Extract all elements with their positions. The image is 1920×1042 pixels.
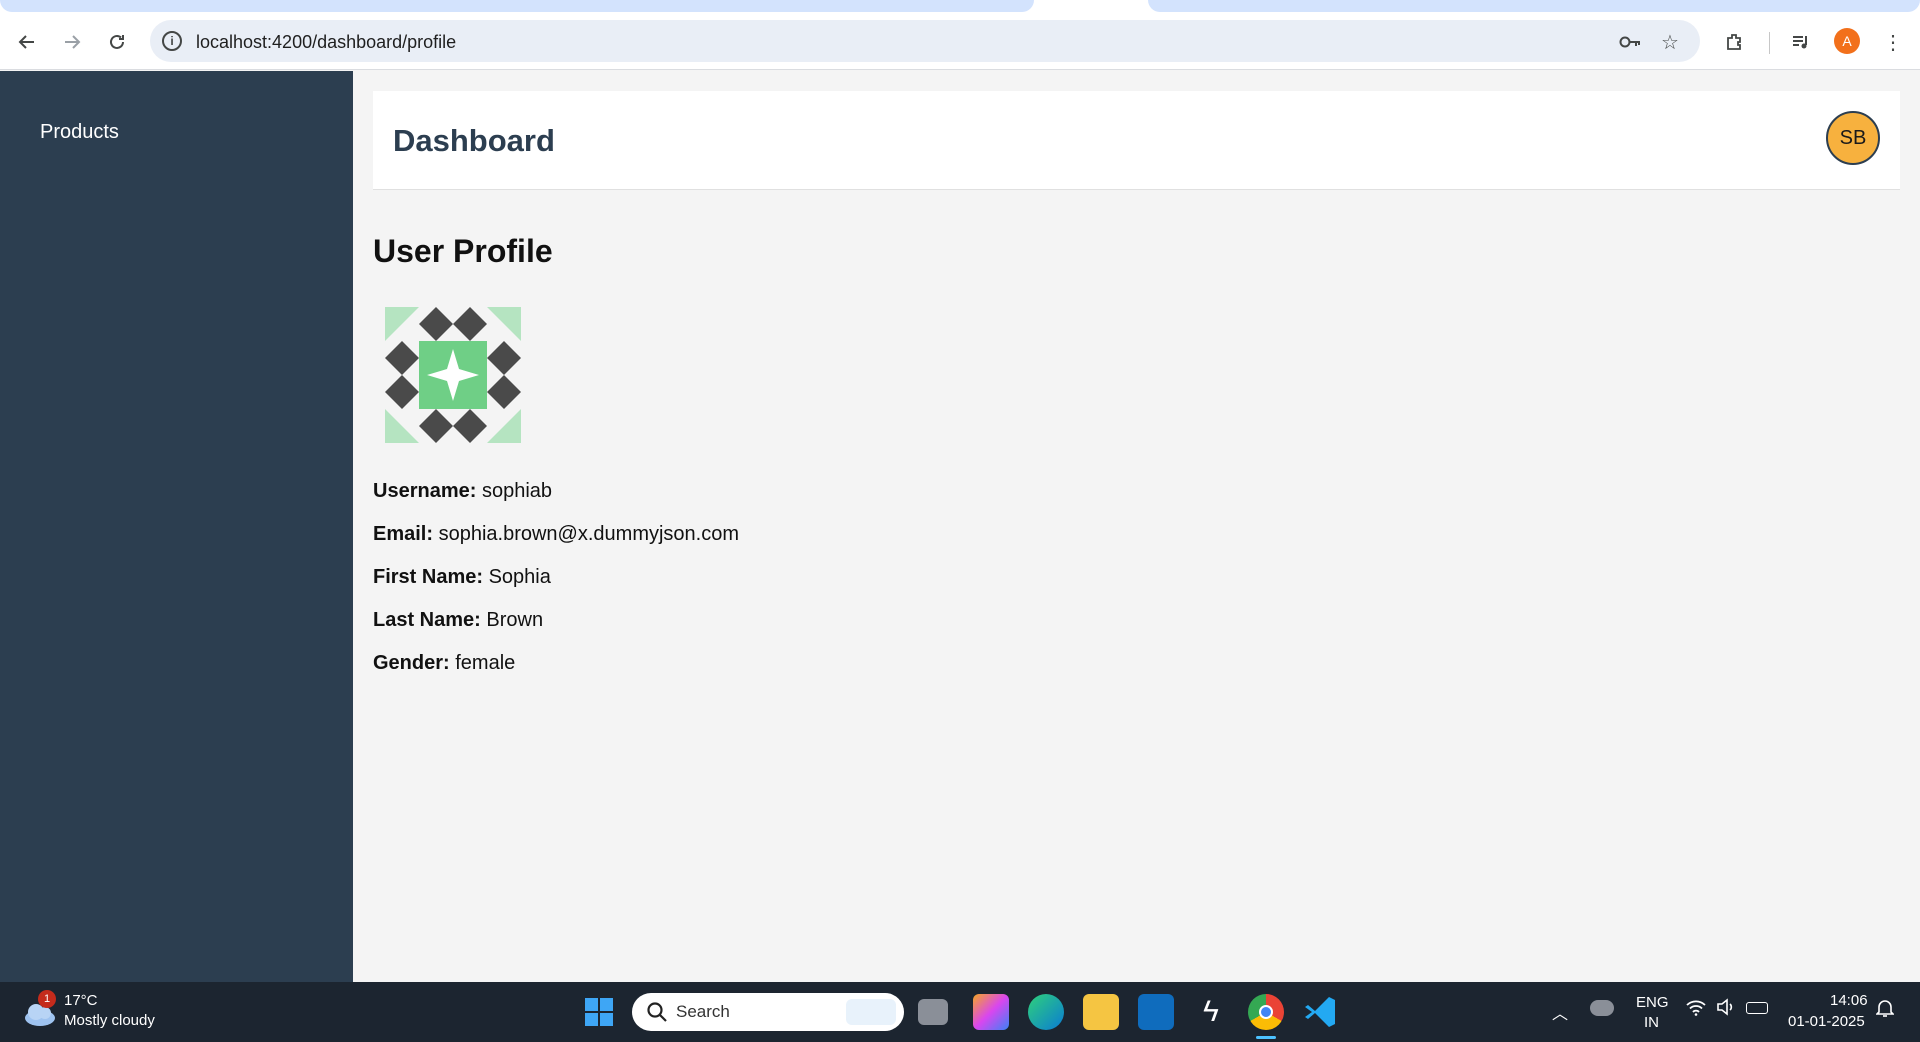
onedrive-icon[interactable] [1590,1000,1614,1016]
profile-field-gender: Gender: female [373,652,516,674]
task-view-icon[interactable] [918,999,948,1025]
edge-browser-icon[interactable] [1028,994,1064,1030]
windows-logo-icon [585,998,613,1026]
forward-arrow-icon [65,35,81,49]
media-controls-icon[interactable] [1785,26,1817,58]
password-key-icon[interactable] [1617,29,1643,55]
bookmark-star-icon[interactable]: ☆ [1657,29,1683,55]
chrome-icon[interactable] [1248,994,1284,1030]
browser-tab[interactable] [1148,0,1920,12]
profile-field-last-name: Last Name: Brown [373,609,544,631]
taskbar-search[interactable]: Search [632,993,904,1031]
battery-icon[interactable] [1746,1002,1768,1014]
browser-profile-avatar[interactable]: A [1834,28,1860,54]
profile-heading: User Profile [373,233,553,269]
clock-time[interactable]: 14:06 [1830,992,1868,1009]
site-info-icon[interactable]: i [162,31,182,51]
app-header: Dashboard SB [373,91,1900,190]
vscode-icon[interactable] [1303,994,1339,1030]
volume-icon[interactable] [1716,998,1736,1020]
weather-description: Mostly cloudy [64,1012,155,1029]
weather-temperature: 17°C [64,992,98,1009]
back-button[interactable] [11,26,43,58]
extensions-puzzle-icon[interactable] [1719,26,1751,58]
sidebar: Products [0,71,353,982]
browser-menu-icon[interactable]: ⋮ [1877,26,1909,58]
sidebar-item-products[interactable]: Products [40,121,119,144]
profile-field-email: Email: sophia.brown@x.dummyjson.com [373,523,740,545]
chrome-active-indicator [1256,1036,1276,1039]
back-arrow-icon [18,35,34,49]
bolt-app-icon[interactable]: ϟ [1193,994,1229,1030]
wifi-icon[interactable] [1686,1000,1706,1020]
outlook-icon[interactable] [1138,994,1174,1030]
reload-button[interactable] [101,26,133,58]
notification-bell-icon[interactable] [1875,998,1895,1022]
copilot-icon[interactable] [973,994,1009,1030]
taskbar: 1 17°C Mostly cloudy Search ϟ ︿ ENG IN 1… [0,982,1920,1042]
clock-date[interactable]: 01-01-2025 [1788,1013,1865,1030]
page-title: Dashboard [393,123,555,158]
profile-field-username: Username: sophiab [373,480,553,502]
tab-strip [0,0,1920,12]
forward-button[interactable] [56,26,88,58]
search-highlight-icon [846,999,896,1025]
search-placeholder: Search [676,1002,730,1021]
file-explorer-icon[interactable] [1083,994,1119,1030]
address-url[interactable]: localhost:4200/dashboard/profile [196,32,456,53]
browser-toolbar: i localhost:4200/dashboard/profile ☆ A ⋮ [0,12,1920,70]
search-icon [647,1002,667,1022]
browser-tab[interactable] [0,0,1034,12]
address-bar[interactable]: i localhost:4200/dashboard/profile ☆ [150,20,1700,62]
language-region[interactable]: IN [1644,1014,1659,1031]
tray-overflow-chevron-icon[interactable]: ︿ [1552,1000,1568,1024]
weather-badge: 1 [38,990,56,1008]
user-avatar[interactable]: SB [1826,111,1880,165]
language-indicator[interactable]: ENG [1636,994,1669,1011]
toolbar-divider [1769,32,1770,54]
profile-identicon-avatar [385,307,521,443]
start-button[interactable] [584,997,614,1027]
reload-icon [110,34,124,49]
profile-field-first-name: First Name: Sophia [373,566,551,588]
